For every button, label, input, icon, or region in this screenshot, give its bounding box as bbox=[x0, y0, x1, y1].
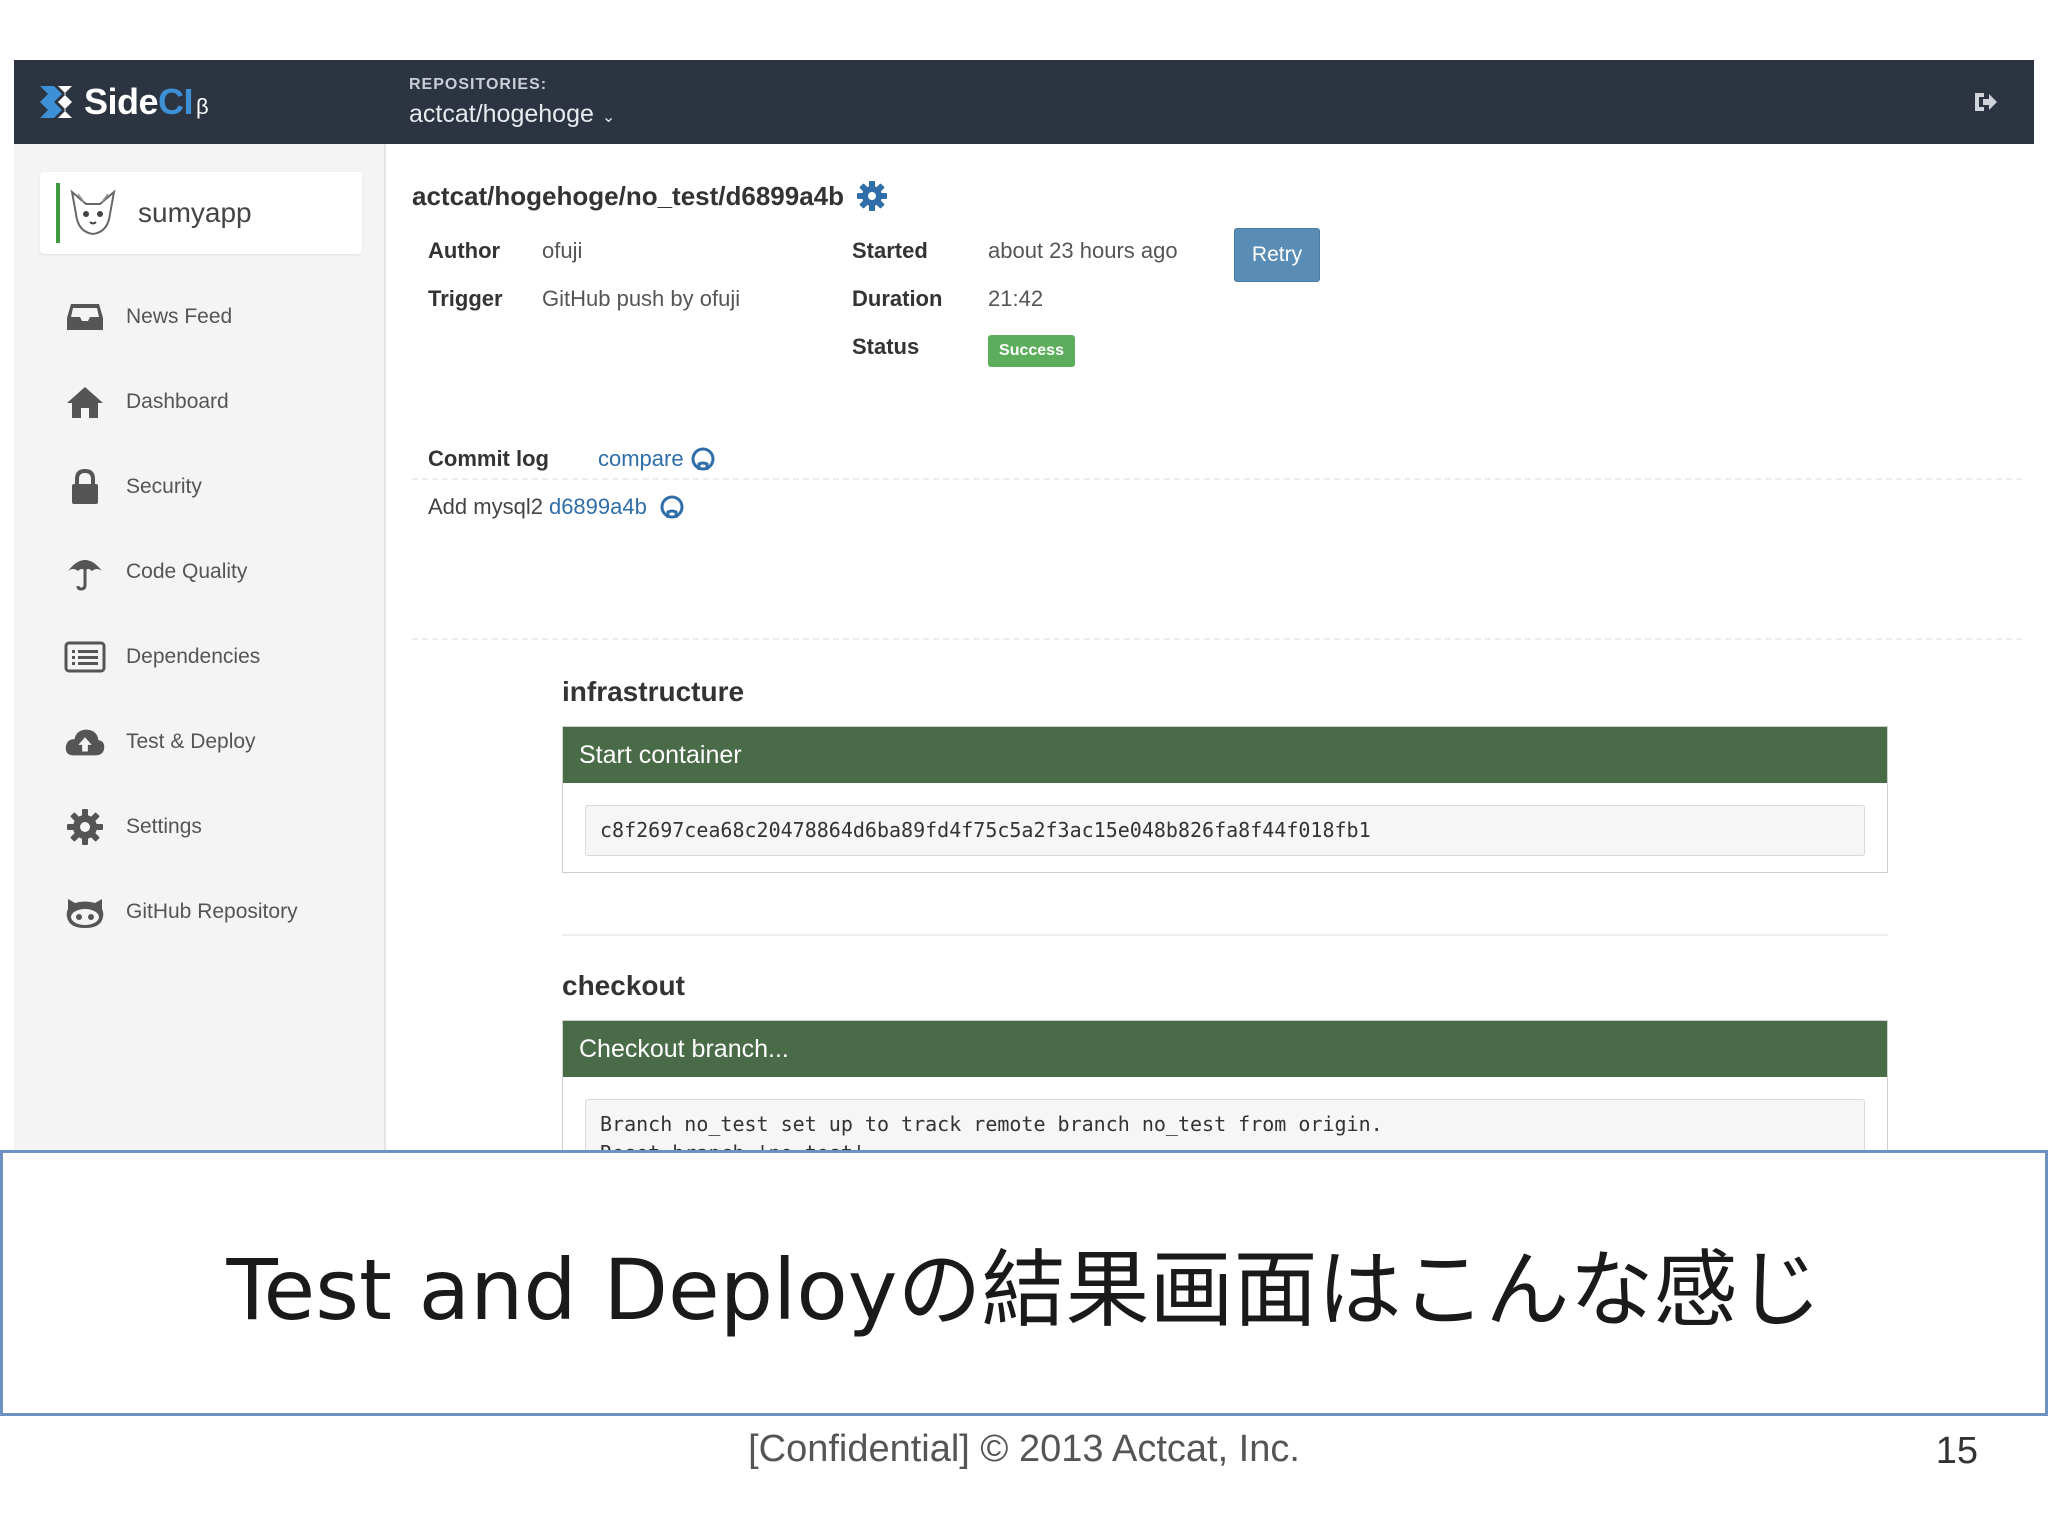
sidebar-item-label: Dashboard bbox=[126, 389, 229, 413]
sidebar-item-dependencies[interactable]: Dependencies bbox=[14, 614, 384, 699]
duration-value: 21:42 bbox=[988, 286, 1044, 311]
started-value-wrap: about 23 hours ago bbox=[988, 238, 1178, 264]
repository-name: actcat/hogehoge bbox=[409, 100, 594, 128]
github-icon bbox=[64, 891, 106, 933]
step-panel-start-container: Start container c8f2697cea68c20478864d6b… bbox=[562, 726, 1888, 873]
author-field: Author bbox=[428, 238, 500, 264]
sidebar-item-label: Code Quality bbox=[126, 559, 248, 583]
footer-copyright: [Confidential] © 2013 Actcat, Inc. bbox=[748, 1428, 1300, 1470]
author-label: Author bbox=[428, 238, 501, 263]
status-label: Status bbox=[852, 334, 920, 359]
step-output: Branch no_test set up to track remote br… bbox=[585, 1099, 1865, 1152]
chevron-down-icon: ⌄ bbox=[601, 108, 616, 126]
status-badge: Success bbox=[988, 335, 1075, 367]
lock-icon bbox=[64, 466, 106, 508]
sidebar-item-dashboard[interactable]: Dashboard bbox=[14, 359, 384, 444]
page-number: 15 bbox=[1935, 1430, 1978, 1472]
sidebar-item-test-deploy[interactable]: Test & Deploy bbox=[14, 699, 384, 784]
app-window: Side CI β REPOSITORIES: actcat/hogehoge ⌄ … bbox=[14, 60, 2034, 1152]
sideci-logo[interactable]: Side CI β bbox=[34, 80, 209, 124]
sideci-logo-icon bbox=[40, 86, 72, 118]
sidebar-item-settings[interactable]: Settings bbox=[14, 784, 384, 869]
duration-value-wrap: 21:42 bbox=[988, 286, 1043, 312]
status-field: Status bbox=[852, 334, 919, 360]
inbox-icon bbox=[64, 296, 106, 338]
sidebar-item-news-feed[interactable]: News Feed bbox=[14, 274, 384, 359]
sidebar-item-github-repository[interactable]: GitHub Repository bbox=[14, 869, 384, 954]
slide-caption-box: Test and Deployの結果画面はこんな感じ bbox=[0, 1150, 2048, 1416]
sidebar-item-security[interactable]: Security bbox=[14, 444, 384, 529]
github-icon[interactable] bbox=[659, 494, 685, 520]
sidebar: sumyapp News Feed Dashboard Security Cod… bbox=[14, 144, 386, 1152]
duration-field: Duration bbox=[852, 286, 942, 312]
top-navbar: Side CI β REPOSITORIES: actcat/hogehoge ⌄ bbox=[14, 60, 2034, 144]
step-header[interactable]: Checkout branch... bbox=[563, 1021, 1887, 1077]
slide-footer: [Confidential] © 2013 Actcat, Inc. 15 bbox=[0, 1428, 2048, 1484]
duration-label: Duration bbox=[852, 286, 943, 311]
gear-icon[interactable] bbox=[856, 180, 888, 212]
logo-text-side: Side bbox=[84, 81, 159, 122]
section-title-checkout: checkout bbox=[562, 970, 685, 1001]
step-header[interactable]: Start container bbox=[563, 727, 1887, 783]
commit-message: Add mysql2 bbox=[428, 494, 543, 519]
sidebar-item-label: Settings bbox=[126, 814, 202, 838]
compare-label: compare bbox=[598, 446, 684, 471]
umbrella-icon bbox=[64, 551, 106, 593]
step-panel-checkout-branch: Checkout branch... Branch no_test set up… bbox=[562, 1020, 1888, 1152]
author-value-wrap: ofuji bbox=[542, 238, 582, 264]
divider bbox=[412, 638, 2022, 640]
main-content: actcat/hogehoge/no_test/d6899a4b Author … bbox=[388, 144, 2034, 1152]
commit-sha-link[interactable]: d6899a4b bbox=[549, 494, 647, 520]
home-icon bbox=[64, 381, 106, 423]
started-value: about 23 hours ago bbox=[988, 238, 1178, 263]
job-title-text: actcat/hogehoge/no_test/d6899a4b bbox=[412, 180, 845, 211]
sidebar-item-label: News Feed bbox=[126, 304, 233, 328]
sidebar-item-label: Dependencies bbox=[126, 644, 261, 668]
divider bbox=[562, 934, 1888, 936]
author-value: ofuji bbox=[542, 238, 583, 263]
gear-icon bbox=[64, 806, 106, 848]
started-label: Started bbox=[852, 238, 928, 263]
org-active-indicator bbox=[56, 183, 60, 243]
commit-log-label: Commit log bbox=[428, 446, 549, 471]
list-icon bbox=[64, 636, 106, 678]
org-avatar bbox=[70, 189, 116, 236]
logo-text-ci: CI bbox=[158, 81, 194, 122]
sidebar-item-code-quality[interactable]: Code Quality bbox=[14, 529, 384, 614]
logo-beta: β bbox=[196, 94, 209, 119]
cloud-upload-icon bbox=[64, 721, 106, 763]
retry-button[interactable]: Retry bbox=[1234, 228, 1320, 282]
sidebar-nav: News Feed Dashboard Security Code Qualit… bbox=[14, 274, 384, 954]
divider bbox=[412, 478, 2022, 480]
trigger-field: Trigger bbox=[428, 286, 503, 312]
section-title-infrastructure: infrastructure bbox=[562, 676, 745, 707]
step-output: c8f2697cea68c20478864d6ba89fd4f75c5a2f3a… bbox=[585, 805, 1865, 856]
org-switcher[interactable]: sumyapp bbox=[40, 172, 362, 254]
started-field: Started bbox=[852, 238, 928, 264]
compare-link[interactable]: compare bbox=[598, 446, 716, 472]
sidebar-item-label: Test & Deploy bbox=[126, 729, 256, 753]
trigger-label: Trigger bbox=[428, 286, 503, 311]
repository-dropdown[interactable]: actcat/hogehoge ⌄ bbox=[409, 100, 615, 129]
sign-out-icon[interactable] bbox=[1972, 88, 2000, 116]
page-title: actcat/hogehoge/no_test/d6899a4b bbox=[412, 180, 888, 212]
sidebar-item-label: GitHub Repository bbox=[126, 899, 298, 923]
sidebar-item-label: Security bbox=[126, 474, 202, 498]
trigger-value: GitHub push by ofuji bbox=[542, 286, 741, 311]
github-icon bbox=[691, 447, 715, 471]
repositories-label: REPOSITORIES: bbox=[409, 76, 548, 93]
slide-caption: Test and Deployの結果画面はこんな感じ bbox=[226, 1240, 1822, 1339]
org-name: sumyapp bbox=[138, 197, 252, 228]
trigger-value-wrap: GitHub push by ofuji bbox=[542, 286, 740, 312]
commit-item: Add mysql2 d6899a4b bbox=[428, 494, 685, 520]
